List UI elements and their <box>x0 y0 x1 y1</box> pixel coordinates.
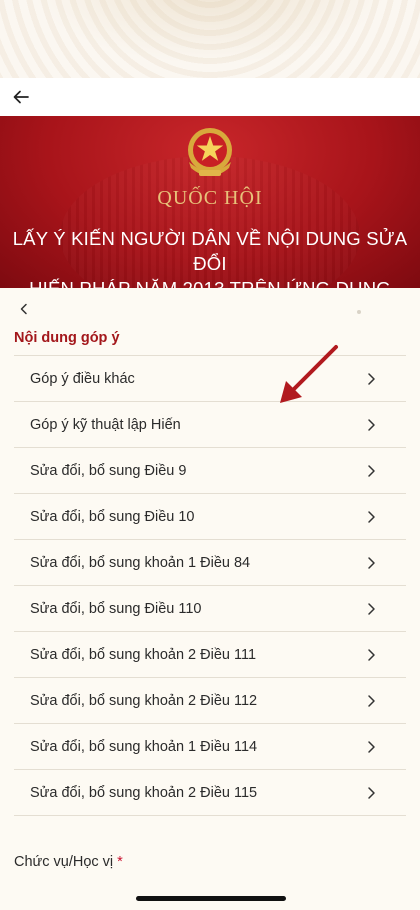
section-back-button[interactable] <box>14 299 34 319</box>
list-item-label: Sửa đổi, bổ sung Điều 110 <box>30 600 202 617</box>
chevron-right-icon <box>366 556 376 570</box>
chevron-right-icon <box>366 648 376 662</box>
position-title-field-label: Chức vụ/Học vị * <box>14 854 123 870</box>
banner-heading-line-2: HIẾN PHÁP NĂM 2013 TRÊN ỨNG DỤNG VNEID <box>10 276 410 288</box>
list-item-label: Sửa đổi, bổ sung Điều 10 <box>30 508 195 525</box>
list-item[interactable]: Sửa đổi, bổ sung khoản 2 Điều 111 <box>14 632 406 678</box>
arrow-left-icon <box>13 90 29 104</box>
list-item[interactable]: Sửa đổi, bổ sung Điều 110 <box>14 586 406 632</box>
feedback-topic-list: Góp ý điều khác Góp ý kỹ thuật lập Hiến … <box>14 355 406 816</box>
list-item[interactable]: Sửa đổi, bổ sung Điều 9 <box>14 448 406 494</box>
back-button[interactable] <box>8 84 34 110</box>
assembly-title: QUỐC HỘI <box>157 187 263 209</box>
required-mark: * <box>117 854 123 870</box>
list-item[interactable]: Sửa đổi, bổ sung khoản 2 Điều 115 <box>14 770 406 816</box>
banner-heading-line-1: LẤY Ý KIẾN NGƯỜI DÂN VỀ NỘI DUNG SỬA ĐỔI <box>12 228 408 274</box>
list-item-label: Sửa đổi, bổ sung khoản 1 Điều 114 <box>30 738 258 755</box>
banner-heading: LẤY Ý KIẾN NGƯỜI DÂN VỀ NỘI DUNG SỬA ĐỔI… <box>10 226 410 288</box>
chevron-right-icon <box>366 418 376 432</box>
list-item-label: Sửa đổi, bổ sung Điều 9 <box>30 462 187 479</box>
field-label-text: Chức vụ/Học vị <box>14 854 114 870</box>
navigation-bar <box>0 78 420 116</box>
annotation-arrow-icon <box>280 345 338 403</box>
list-item[interactable]: Góp ý điều khác <box>14 356 406 402</box>
list-item-label: Sửa đổi, bổ sung khoản 1 Điều 84 <box>30 554 251 571</box>
list-item-label: Góp ý kỹ thuật lập Hiến <box>30 416 181 433</box>
chevron-right-icon <box>366 464 376 478</box>
chevron-right-icon <box>366 694 376 708</box>
national-emblem-icon <box>188 128 232 176</box>
list-item[interactable]: Sửa đổi, bổ sung khoản 2 Điều 112 <box>14 678 406 724</box>
list-item-label: Sửa đổi, bổ sung khoản 2 Điều 115 <box>30 784 258 801</box>
decorative-dot <box>357 310 361 314</box>
hero-banner: QUỐC HỘI LẤY Ý KIẾN NGƯỜI DÂN VỀ NỘI DUN… <box>0 116 420 288</box>
chevron-right-icon <box>366 786 376 800</box>
list-item-label: Góp ý điều khác <box>30 370 135 387</box>
chevron-right-icon <box>366 510 376 524</box>
list-item[interactable]: Góp ý kỹ thuật lập Hiến <box>14 402 406 448</box>
section-label: Nội dung góp ý <box>14 330 120 346</box>
list-item[interactable]: Sửa đổi, bổ sung khoản 1 Điều 114 <box>14 724 406 770</box>
decorative-header-pattern <box>0 0 420 78</box>
list-item-label: Sửa đổi, bổ sung khoản 2 Điều 112 <box>30 692 258 709</box>
chevron-right-icon <box>366 602 376 616</box>
chevron-right-icon <box>366 372 376 386</box>
home-indicator <box>136 896 286 901</box>
chevron-left-icon <box>20 303 27 315</box>
form-content: Nội dung góp ý Góp ý điều khác Góp ý kỹ … <box>0 288 420 910</box>
chevron-right-icon <box>366 740 376 754</box>
list-item-label: Sửa đổi, bổ sung khoản 2 Điều 111 <box>30 646 257 663</box>
list-item[interactable]: Sửa đổi, bổ sung khoản 1 Điều 84 <box>14 540 406 586</box>
list-item[interactable]: Sửa đổi, bổ sung Điều 10 <box>14 494 406 540</box>
